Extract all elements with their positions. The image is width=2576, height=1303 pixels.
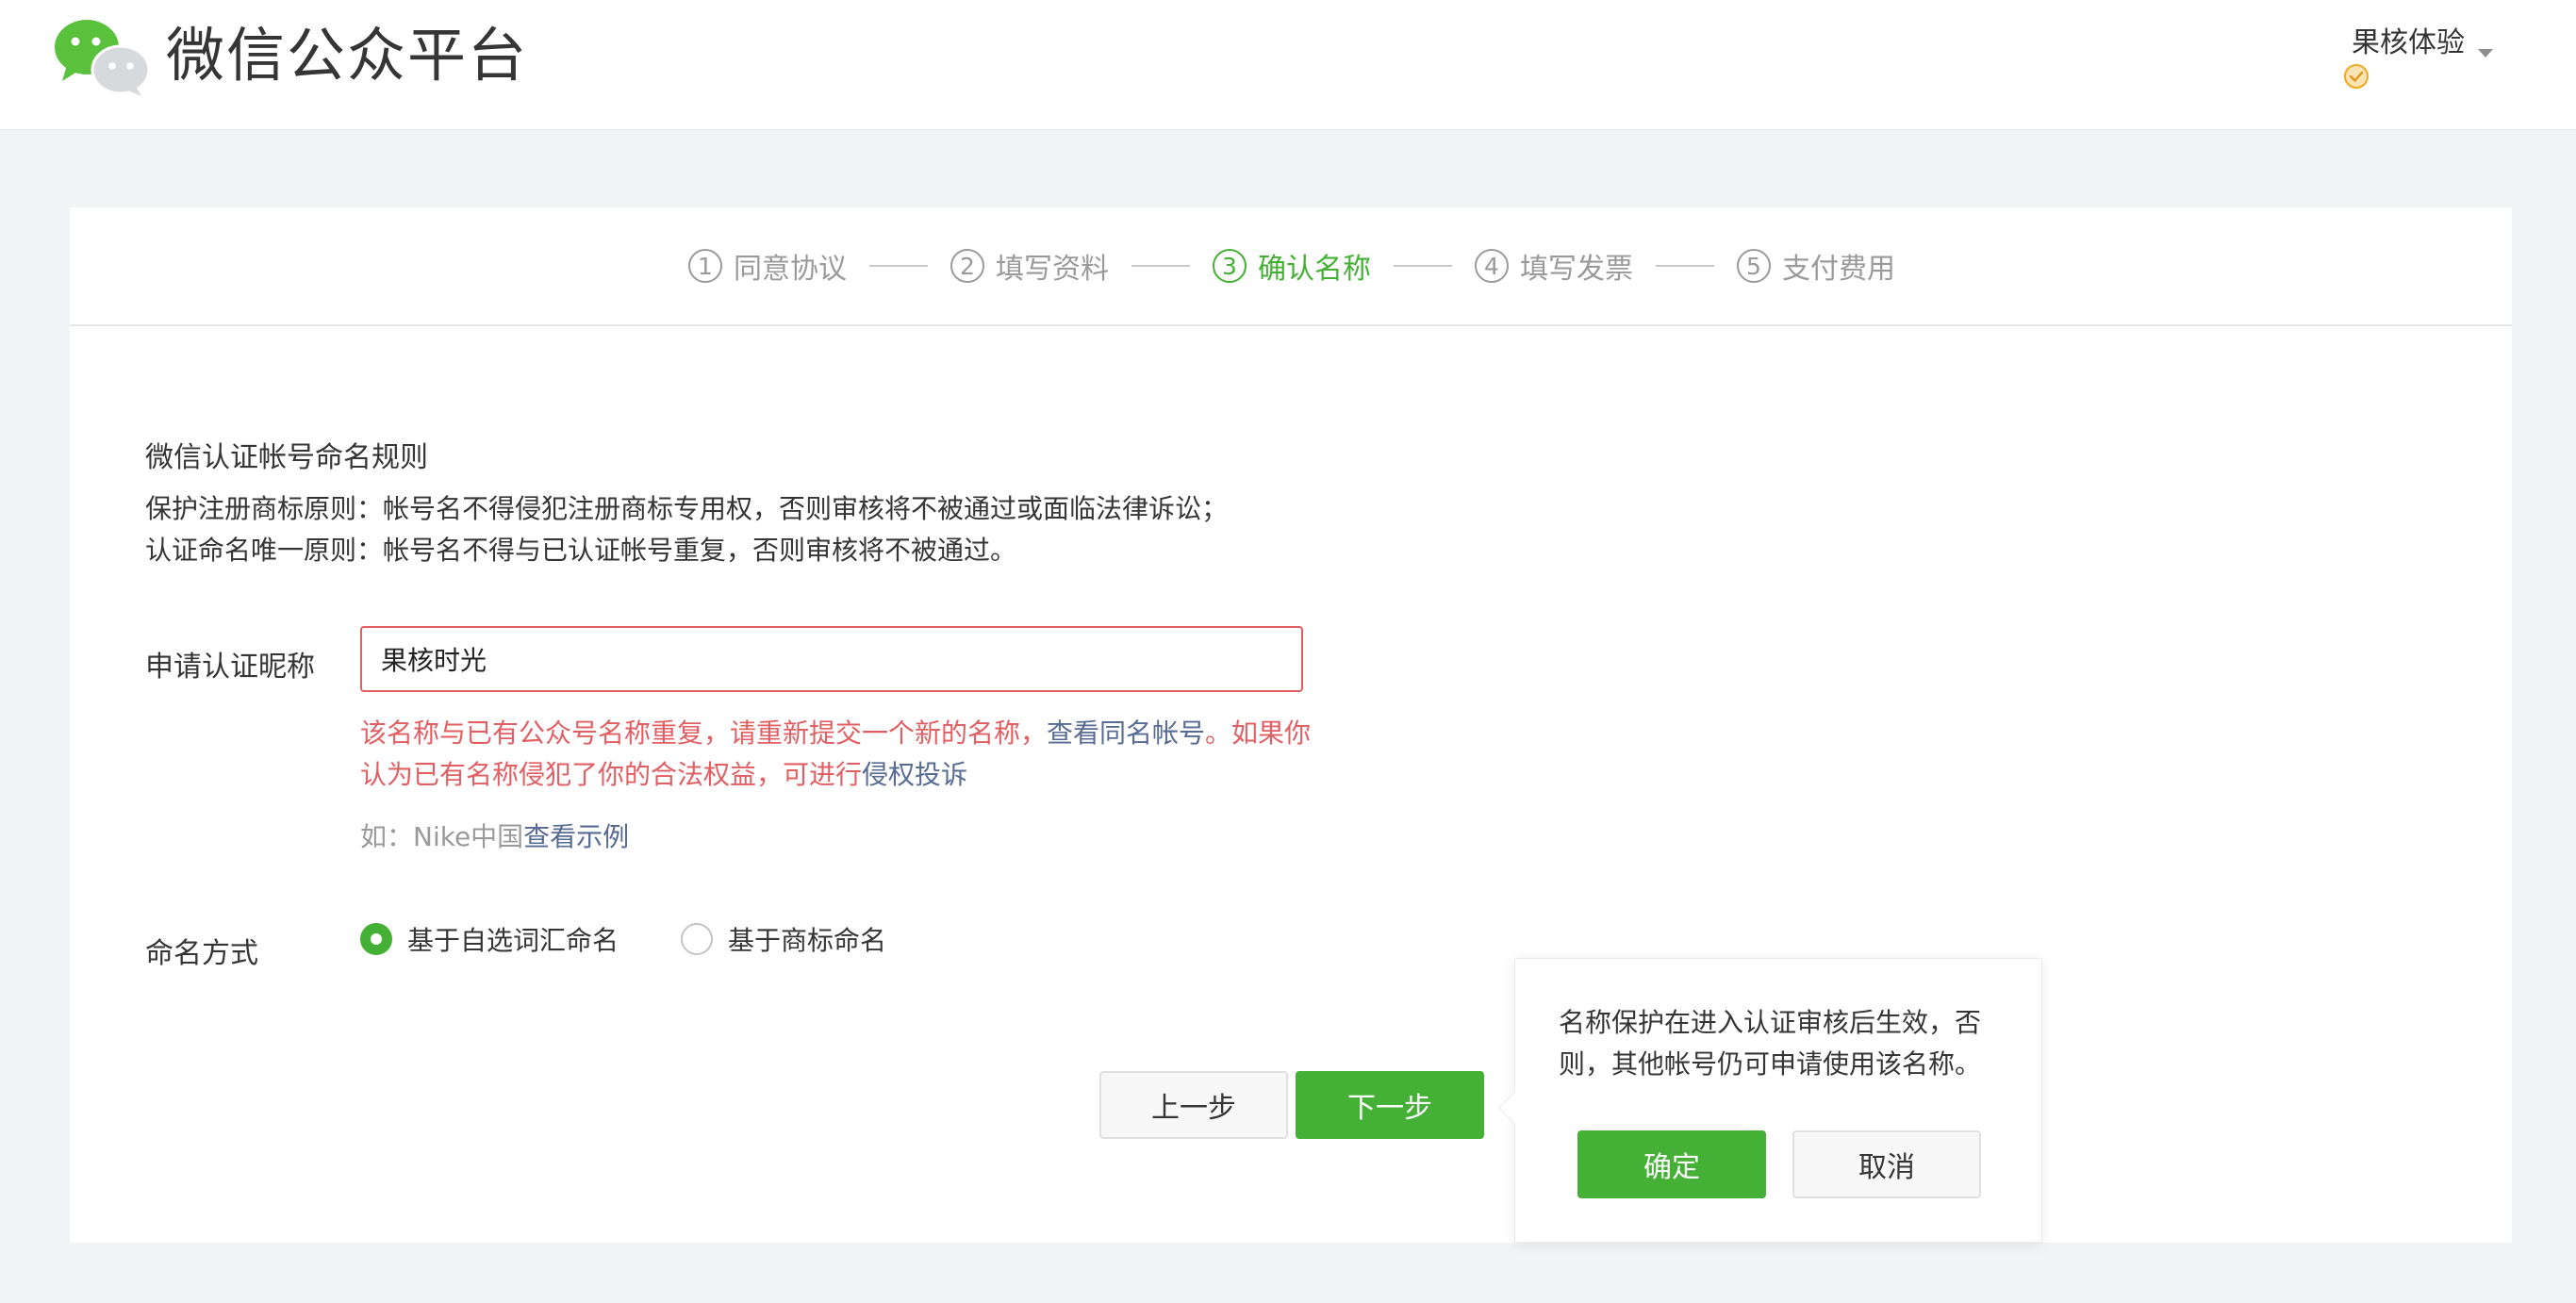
account-name: 果核体验 (2352, 26, 2465, 59)
confirm-button[interactable]: 确定 (1577, 1130, 1766, 1198)
popover-message: 名称保护在进入认证审核后生效，否则，其他帐号仍可申请使用该名称。 (1559, 1007, 1982, 1080)
step-number: 4 (1475, 249, 1509, 283)
radio-label: 基于自选词汇命名 (407, 925, 619, 956)
radio-checked-icon[interactable] (360, 923, 392, 955)
step-label: 确认名称 (1258, 253, 1371, 286)
step-invoice: 4 填写发票 (1475, 245, 1633, 287)
infringement-complaint-link[interactable]: 侵权投诉 (862, 759, 967, 790)
step-number: 1 (688, 249, 722, 283)
duplicate-name-error: 该名称与已有公众号名称重复，请重新提交一个新的名称，查看同名帐号。如果你认为已有… (360, 713, 1313, 796)
radio-label: 基于商标命名 (728, 925, 887, 956)
radio-unchecked-icon[interactable] (681, 923, 713, 955)
name-protection-popover: 名称保护在进入认证审核后生效，否则，其他帐号仍可申请使用该名称。 确定 取消 (1498, 958, 2042, 1243)
step-fill-info: 2 填写资料 (950, 245, 1109, 287)
example-text: 如：Nike中国 (360, 821, 524, 852)
progress-steps: 1 同意协议 2 填写资料 3 确认名称 4 填写发票 5 支付费用 (70, 207, 2512, 326)
nickname-label: 申请认证昵称 (145, 651, 315, 684)
example-hint: 如：Nike中国查看示例 (360, 816, 629, 854)
brand-logo-link[interactable]: 微信公众平台 (53, 13, 528, 98)
view-example-link[interactable]: 查看示例 (523, 821, 629, 852)
step-divider (1656, 265, 1714, 267)
naming-method-label: 命名方式 (145, 937, 258, 970)
view-same-name-accounts-link[interactable]: 查看同名帐号 (1047, 717, 1205, 749)
cancel-button[interactable]: 取消 (1792, 1130, 1981, 1198)
radio-custom-words[interactable]: 基于自选词汇命名 (360, 920, 619, 958)
step-label: 支付费用 (1782, 253, 1895, 286)
step-agree: 1 同意协议 (688, 245, 847, 287)
wechat-logo-icon (53, 13, 153, 98)
step-divider (1131, 265, 1190, 267)
step-label: 填写资料 (996, 253, 1109, 286)
step-number: 3 (1213, 249, 1247, 283)
brand-title: 微信公众平台 (166, 21, 529, 90)
step-confirm-name: 3 确认名称 (1213, 245, 1371, 287)
nickname-input[interactable] (360, 626, 1303, 692)
naming-rules-title: 微信认证帐号命名规则 (145, 441, 428, 474)
verified-check-icon (2342, 62, 2370, 91)
top-bar: 微信公众平台 果核体验 (0, 0, 2576, 130)
step-number: 5 (1737, 249, 1771, 283)
step-label: 同意协议 (734, 253, 847, 286)
step-divider (869, 265, 928, 267)
step-label: 填写发票 (1520, 253, 1633, 286)
chevron-down-icon (2478, 49, 2493, 58)
radio-trademark[interactable]: 基于商标命名 (681, 920, 886, 958)
step-payment: 5 支付费用 (1737, 245, 1895, 287)
main-card: 1 同意协议 2 填写资料 3 确认名称 4 填写发票 5 支付费用 微信认证帐… (70, 207, 2512, 1243)
error-text-part1: 该名称与已有公众号名称重复，请重新提交一个新的名称， (360, 717, 1048, 749)
step-divider (1394, 265, 1452, 267)
step-number: 2 (950, 249, 984, 283)
trademark-rule-text: 保护注册商标原则：帐号名不得侵犯注册商标专用权，否则审核将不被通过或面临法律诉讼… (145, 493, 1229, 524)
next-step-button[interactable]: 下一步 (1296, 1071, 1484, 1139)
prev-step-button[interactable]: 上一步 (1099, 1071, 1288, 1139)
unique-name-rule-text: 认证命名唯一原则：帐号名不得与已认证帐号重复，否则审核将不被通过。 (145, 535, 1017, 566)
